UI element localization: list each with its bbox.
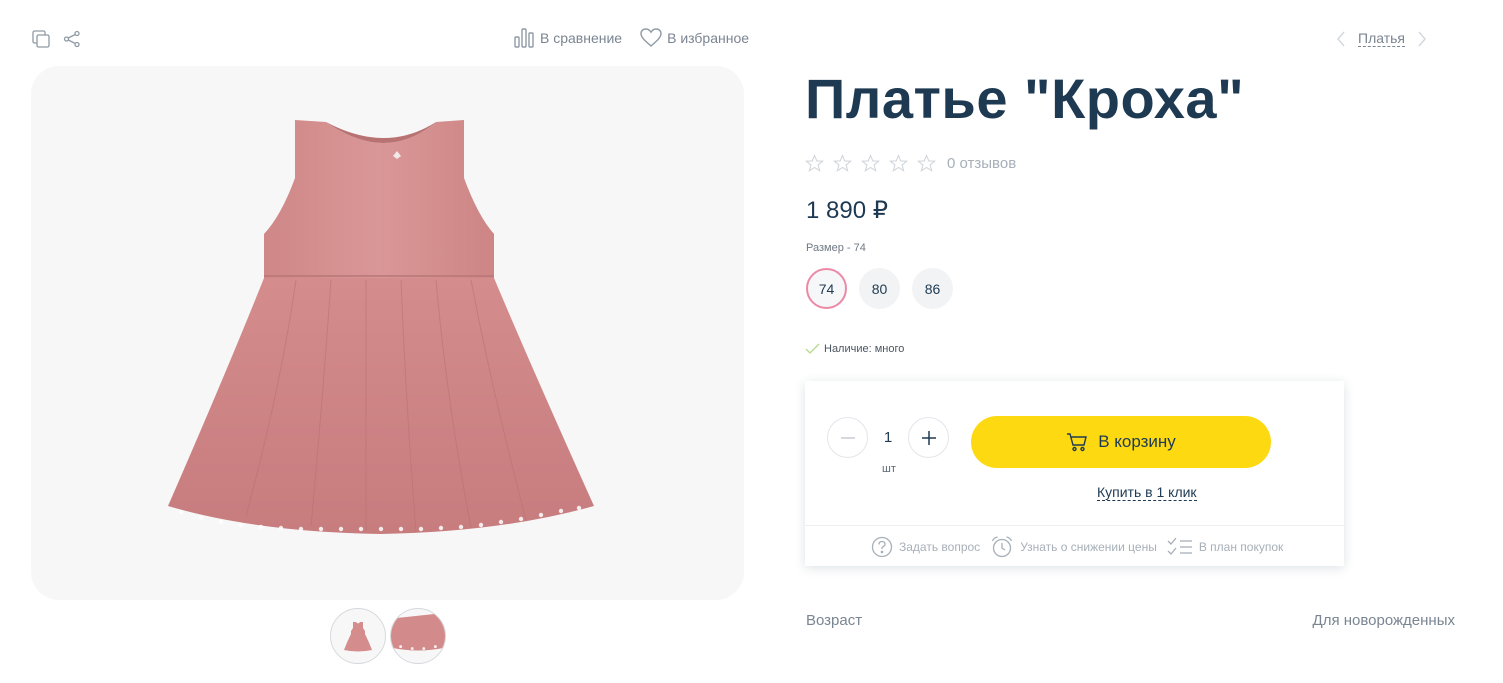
star-icon [917, 154, 936, 172]
product-actions: В сравнение В избранное [513, 27, 749, 49]
price: 1 890 ₽ [806, 197, 888, 224]
cart-label: В корзину [1098, 432, 1176, 451]
chevron-left-icon[interactable] [1336, 31, 1346, 47]
share-icon[interactable] [63, 30, 81, 48]
page-title: Платье "Кроха" [805, 67, 1245, 130]
star-icon [889, 154, 908, 172]
size-selector: 74 80 86 [806, 268, 953, 309]
star-icon [833, 154, 852, 172]
star-icon [861, 154, 880, 172]
availability-text: Наличие: много [824, 343, 905, 355]
thumbnail-strip [330, 608, 446, 664]
quantity-value[interactable]: 1 [883, 429, 893, 446]
size-option-80[interactable]: 80 [859, 268, 900, 309]
rating-stars[interactable] [805, 154, 936, 173]
divider [805, 525, 1344, 526]
quantity-unit: шт [882, 463, 896, 475]
minus-icon [840, 436, 855, 439]
add-to-cart-button[interactable]: В корзину [971, 416, 1271, 468]
thumbnail-detail[interactable] [390, 608, 446, 664]
reviews-link[interactable]: 0 отзывов [947, 155, 1016, 172]
product-image[interactable] [31, 66, 744, 600]
chevron-right-icon[interactable] [1417, 31, 1427, 47]
star-icon [805, 154, 824, 172]
availability: Наличие: много [805, 343, 904, 355]
heart-icon [640, 28, 662, 47]
dress-image [168, 120, 594, 534]
price-drop-link[interactable]: Узнать о снижении цены [990, 535, 1157, 559]
increase-button[interactable] [908, 417, 949, 458]
rating: 0 отзывов [805, 154, 1016, 173]
shopping-plan-label: В план покупок [1198, 540, 1284, 554]
property-name-age: Возраст [806, 612, 863, 629]
decrease-button[interactable] [827, 417, 868, 458]
price-drop-label: Узнать о снижении цены [1020, 540, 1157, 554]
property-value-age: Для новорожденных [1312, 612, 1455, 629]
question-icon [871, 536, 893, 558]
top-left-tools [31, 29, 81, 49]
favorite-label: В избранное [667, 30, 750, 46]
checklist-icon [1167, 537, 1192, 555]
category-link[interactable]: Платья [1358, 30, 1405, 47]
ask-question-label: Задать вопрос [899, 540, 981, 554]
shopping-plan-link[interactable]: В план покупок [1167, 536, 1283, 558]
plus-icon [921, 430, 936, 445]
compare-label: В сравнение [540, 30, 623, 46]
cart-icon [1067, 433, 1088, 452]
check-icon [805, 343, 820, 354]
size-label: Размер - 74 [806, 242, 866, 254]
copy-icon[interactable] [31, 29, 51, 49]
compare-icon [514, 28, 534, 48]
category-nav: Платья [1336, 30, 1427, 47]
ask-question-link[interactable]: Задать вопрос [871, 536, 980, 558]
size-option-74[interactable]: 74 [806, 268, 847, 309]
favorite-button[interactable]: В избранное [640, 28, 749, 48]
buy-box: 1 шт В корзину Купить в 1 клик Задать во… [805, 381, 1344, 566]
compare-button[interactable]: В сравнение [513, 27, 622, 49]
size-option-86[interactable]: 86 [912, 268, 953, 309]
quantity-stepper: 1 [827, 417, 949, 458]
one-click-buy-link[interactable]: Купить в 1 клик [1097, 484, 1197, 501]
alarm-clock-icon [992, 536, 1013, 558]
thumbnail-front[interactable] [330, 608, 386, 664]
buy-box-links: Задать вопрос Узнать о снижении цены В п… [871, 535, 1283, 559]
